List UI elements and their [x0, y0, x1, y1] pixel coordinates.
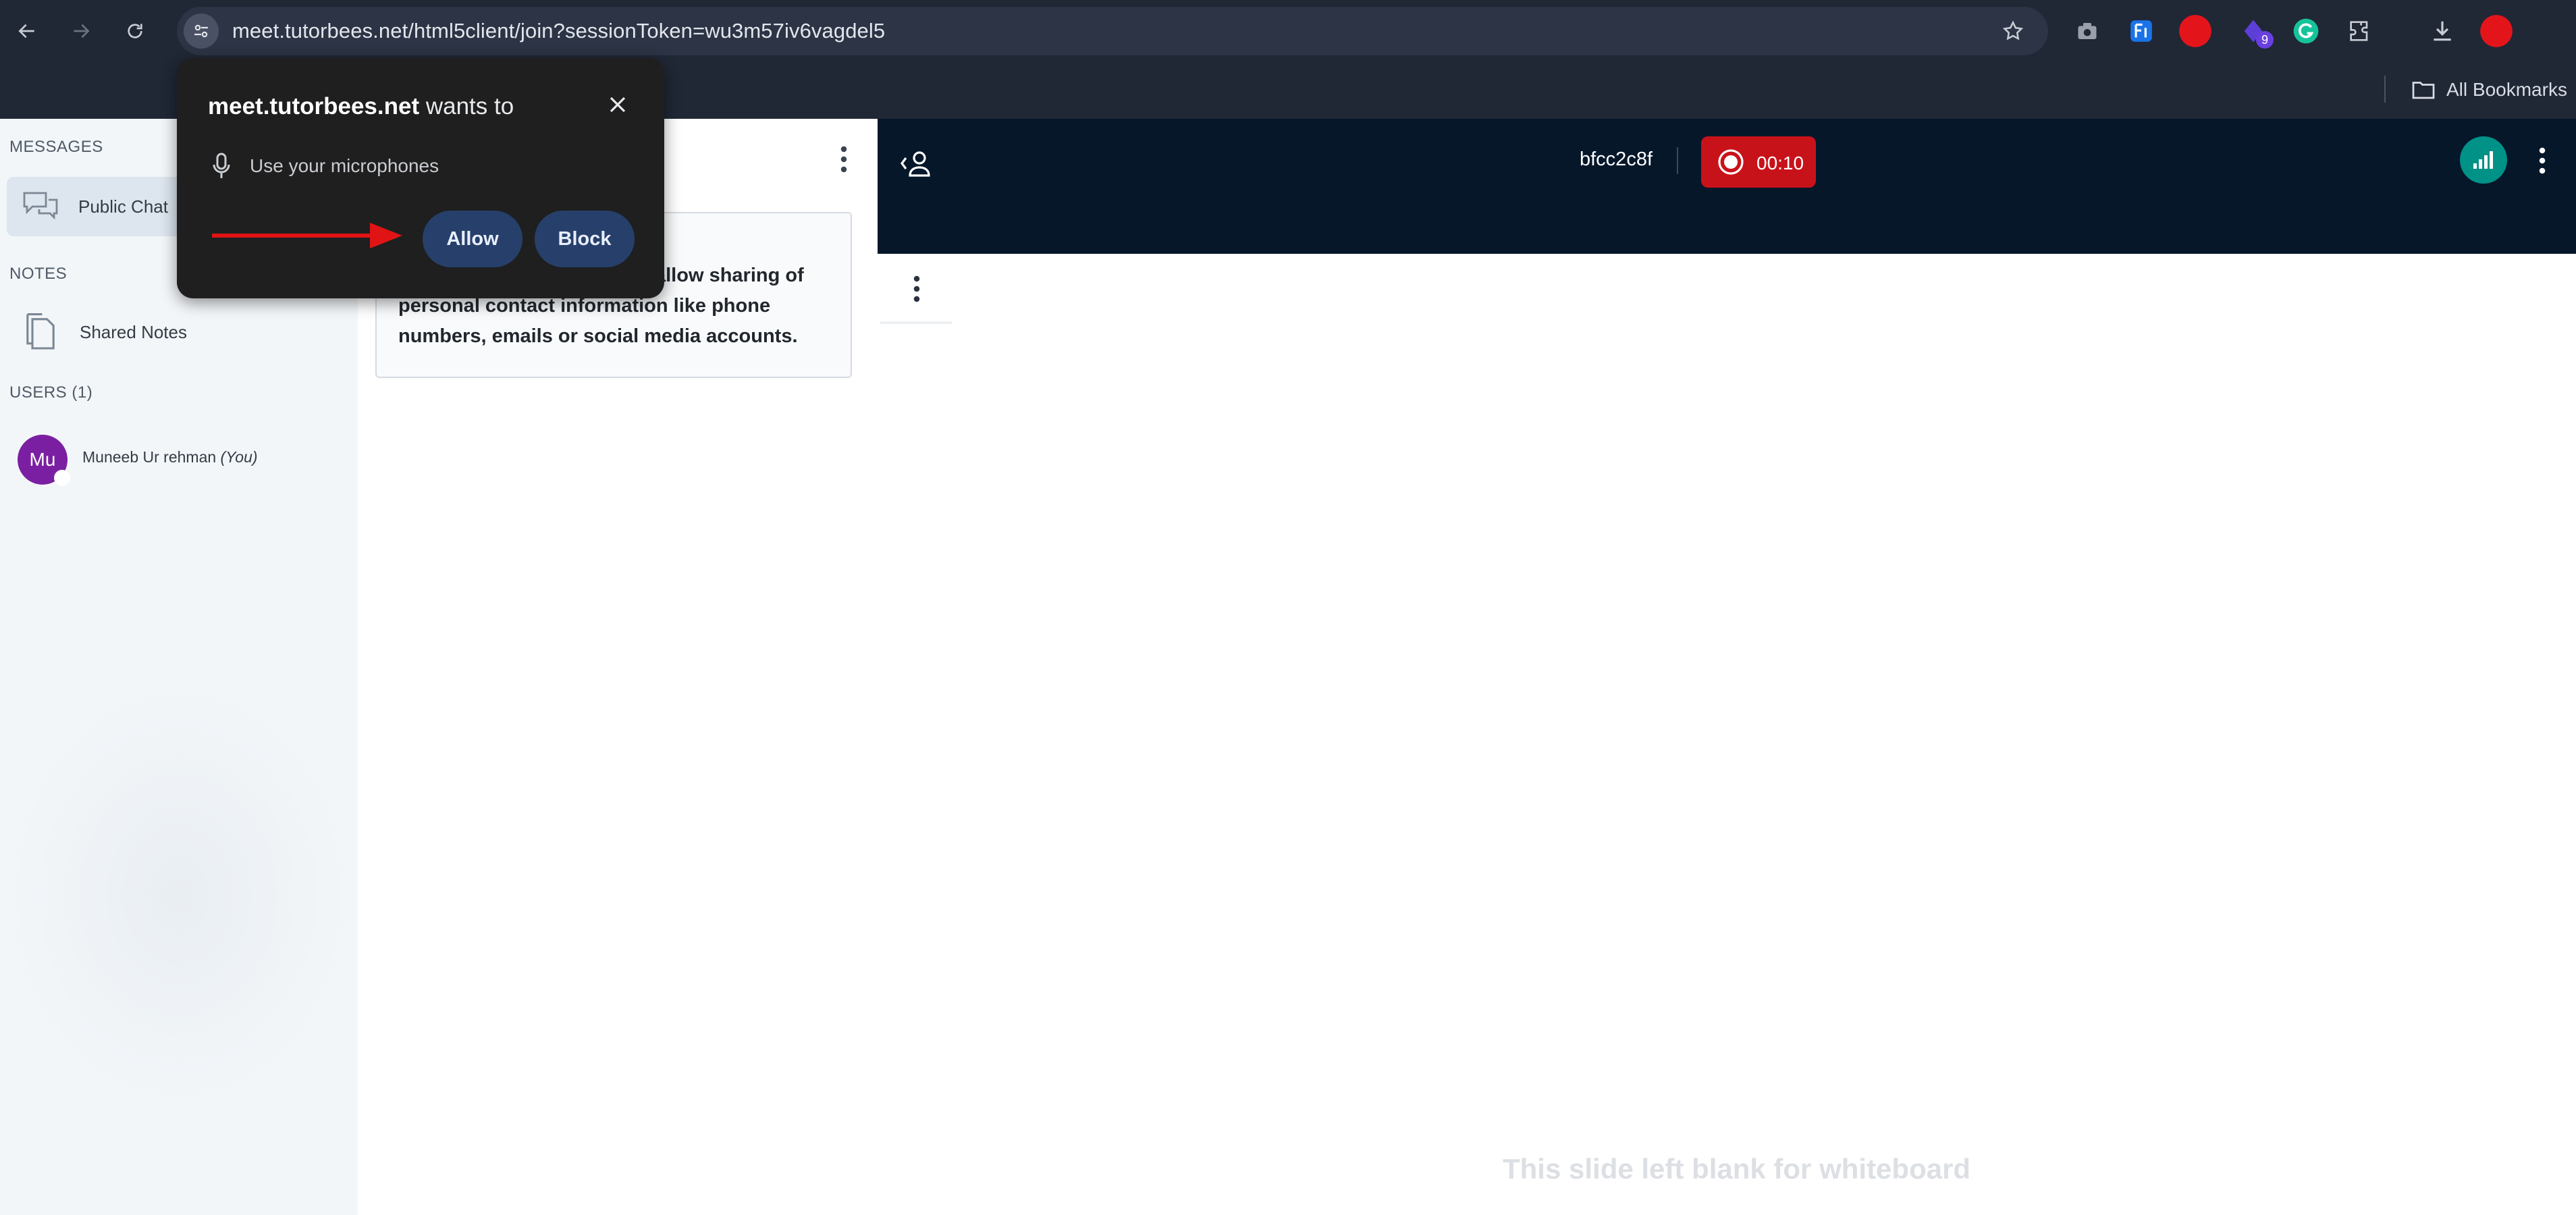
meeting-header: bfcc2c8f 00:10: [878, 119, 2576, 254]
connection-status-button[interactable]: [2460, 136, 2507, 184]
extension-badge: 9: [2256, 31, 2274, 49]
site-info-button[interactable]: [184, 14, 219, 49]
signal-bars-icon: [2473, 151, 2493, 169]
reload-icon: [128, 24, 142, 38]
you-tag: (You): [220, 448, 258, 466]
back-button[interactable]: [8, 12, 46, 50]
downloads-button[interactable]: [2425, 14, 2460, 49]
user-list-toggle-icon: [901, 151, 930, 177]
microphone-permission-prompt: meet.tutorbees.net wants to Use your mic…: [177, 58, 664, 298]
folder-icon: [2412, 82, 2435, 99]
kebab-menu-icon: [913, 275, 920, 302]
toggle-user-list-button[interactable]: [896, 143, 937, 184]
address-bar[interactable]: meet.tutorbees.net/html5client/join?sess…: [177, 7, 2048, 55]
presentation-toolbar-divider: [880, 321, 952, 324]
star-icon: [2002, 20, 2024, 40]
url-text[interactable]: meet.tutorbees.net/html5client/join?sess…: [232, 7, 885, 55]
user-list-item[interactable]: Muneeb Ur rehman (You): [82, 448, 258, 466]
notes-section-title: NOTES: [9, 265, 68, 283]
red-circle-icon: [2179, 15, 2211, 47]
header-divider: [1677, 147, 1678, 174]
screenshot-extension[interactable]: [2070, 14, 2105, 49]
permission-close-button[interactable]: [601, 88, 635, 122]
users-section-title: USERS (1): [9, 383, 93, 402]
back-arrow-icon: [18, 24, 34, 38]
bookmarks-divider: [2384, 76, 2386, 103]
close-icon: [610, 97, 626, 113]
presentation-area[interactable]: This slide left blank for whiteboard: [878, 254, 2576, 1215]
meeting-options-button[interactable]: [2529, 139, 2556, 182]
extensions-button[interactable]: [2342, 14, 2378, 49]
recording-time: 00:10: [1756, 153, 1804, 173]
blank-slide-note: This slide left blank for whiteboard: [1503, 1153, 1971, 1185]
shared-notes-item[interactable]: Shared Notes: [7, 302, 344, 362]
recording-indicator-button[interactable]: 00:10: [1701, 136, 1816, 188]
user-name: Muneeb Ur rehman: [82, 448, 217, 466]
kebab-menu-icon: [840, 146, 847, 173]
red-arrow-annotation: [212, 223, 402, 248]
kebab-menu-icon: [2539, 147, 2546, 174]
shared-notes-label: Shared Notes: [80, 321, 187, 342]
microphone-icon-wrap: [208, 151, 235, 181]
messages-section-title: MESSAGES: [9, 138, 103, 156]
red-extension-1[interactable]: [2178, 14, 2213, 49]
meeting-name: bfcc2c8f: [1580, 148, 1653, 170]
profile-button[interactable]: [2479, 14, 2514, 49]
notes-document-icon: [26, 313, 55, 350]
permission-title-suffix: wants to: [419, 93, 514, 119]
camera-icon: [2078, 23, 2097, 39]
permission-title: meet.tutorbees.net wants to: [208, 93, 514, 120]
forward-arrow-icon: [74, 24, 90, 38]
chat-bubbles-icon: [23, 192, 58, 220]
puzzle-badge-extension[interactable]: 9: [2236, 14, 2274, 49]
browser-toolbar: meet.tutorbees.net/html5client/join?sess…: [0, 0, 2576, 61]
fi-extension[interactable]: [2124, 14, 2159, 49]
grammarly-extension[interactable]: [2288, 14, 2324, 49]
blurred-region: [14, 693, 344, 1098]
download-icon: [2434, 21, 2451, 41]
forward-button[interactable]: [62, 12, 100, 50]
all-bookmarks-label: All Bookmarks: [2446, 79, 2567, 100]
permission-site: meet.tutorbees.net: [208, 93, 420, 119]
screen: meet.tutorbees.net/html5client/join?sess…: [0, 0, 2576, 1215]
puzzle-icon: [2350, 21, 2368, 41]
fi-extension-icon: [2130, 20, 2152, 42]
reload-button[interactable]: [116, 12, 154, 50]
microphone-icon: [213, 153, 230, 178]
profile-red-icon: [2480, 15, 2513, 47]
avatar-presenter-indicator: [54, 470, 70, 486]
bookmark-star-button[interactable]: [1998, 16, 2028, 46]
permission-request-text: Use your microphones: [250, 155, 439, 176]
tune-icon: [194, 24, 208, 38]
presentation-options-button[interactable]: [905, 270, 929, 308]
chat-options-button[interactable]: [830, 140, 857, 178]
grammarly-icon: [2293, 18, 2319, 44]
allow-button[interactable]: Allow: [423, 211, 522, 267]
all-bookmarks-button[interactable]: All Bookmarks: [2411, 74, 2567, 105]
record-icon: [1718, 149, 1744, 175]
public-chat-label: Public Chat: [78, 196, 168, 217]
block-button[interactable]: Block: [535, 211, 635, 267]
